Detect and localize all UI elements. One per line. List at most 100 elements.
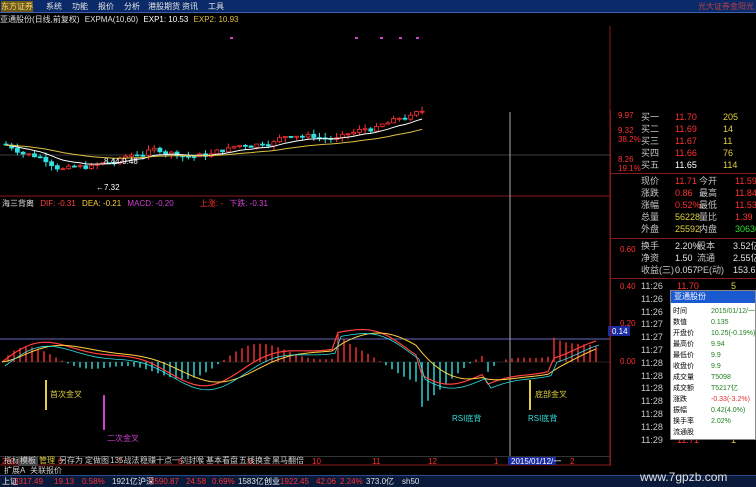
quote-label: 量比 — [699, 212, 718, 222]
candle-body — [54, 165, 60, 170]
quote-label: 外盘 — [641, 224, 660, 234]
popup-label: 最高价 — [673, 341, 694, 348]
bid-row: 买二 11.69 14 — [611, 124, 756, 135]
tab-one-sword[interactable]: 一剑封喉 — [170, 456, 206, 466]
status-item: sh50 — [402, 477, 420, 486]
quote-value: 30636 — [735, 224, 756, 234]
popup-row: 成交额 T5217亿 — [673, 384, 756, 394]
tab-steady[interactable]: 稳赚十点 — [138, 456, 174, 466]
high-low-label: 8.44-9.48 — [104, 157, 138, 166]
quote-row: 现价 11.71 今开 11.59 — [611, 176, 756, 187]
quote-value: 11.53 — [735, 200, 756, 210]
status-item: 1583亿 — [238, 477, 264, 486]
bid-price: 11.66 — [675, 148, 697, 158]
status-item: 42.06 — [316, 477, 337, 486]
candle-body — [60, 168, 66, 171]
candle-body — [248, 145, 254, 148]
candle-body — [271, 141, 277, 147]
indicator-title: 海三背离 — [2, 199, 34, 208]
up-value: 上涨: - — [199, 199, 223, 208]
template-tabs: 指标 模板 管理 另存为 定做图 135战法 稳赚十点 一剑封喉 基本看盘 五线… — [0, 456, 610, 466]
candle-body — [43, 156, 49, 163]
quote-value: 1.39 — [735, 212, 753, 222]
status-item: 24.58 — [186, 477, 207, 486]
quote-row: 净资 1.50 流通 2.55亿 — [611, 253, 756, 264]
candle-body — [282, 135, 288, 139]
popup-label: 振幅 — [673, 407, 687, 414]
popup-label: 开盘价 — [673, 330, 694, 337]
signal-marker — [380, 37, 383, 39]
bid-price: 11.70 — [675, 112, 697, 122]
bid-label: 买五 — [641, 160, 660, 170]
quote-value: 2.55亿 — [733, 253, 756, 263]
signal-marker — [399, 37, 402, 39]
quote-value: 3.52亿 — [733, 241, 756, 251]
candle-body — [151, 147, 157, 151]
tick-time: 11:26 — [641, 293, 663, 304]
tab-five-line[interactable]: 五线换金 — [237, 456, 273, 466]
candle-body — [368, 128, 374, 132]
popup-title: 亚通股份 — [671, 291, 755, 303]
popup-value: T5217亿 — [711, 385, 738, 392]
candle-body — [265, 144, 271, 147]
quote-label: 最低 — [699, 200, 718, 210]
bid-label: 买二 — [641, 124, 660, 134]
tick-time: 11:26 — [641, 306, 663, 317]
popup-label: 收盘价 — [673, 363, 694, 370]
popup-value: 0.135 — [711, 319, 729, 326]
bid-price: 11.65 — [675, 160, 697, 170]
tab-basic[interactable]: 基本看盘 — [204, 456, 240, 466]
quote-value: 0.52% — [675, 200, 701, 210]
candle-body — [299, 135, 305, 138]
bid-label: 买四 — [641, 148, 660, 158]
quote-row: 收益(三) 0.057 PE(动) 153.6 — [611, 265, 756, 276]
dea-value: DEA: -0.21 — [82, 199, 122, 208]
signal-marker — [355, 37, 358, 39]
candle-body — [288, 135, 294, 138]
candle-body — [32, 153, 37, 158]
tab-template[interactable]: 模板 — [18, 456, 38, 466]
status-item: 3317.49 — [14, 477, 43, 486]
popup-label: 涨跌 — [673, 396, 687, 403]
data-popup[interactable]: 亚通股份 时间 2015/01/12/一 数值 0.135 开盘价 10.25(-0.19… — [670, 290, 756, 440]
quote-value: 0.86 — [675, 188, 693, 198]
popup-row: 换手率 2.02% — [673, 417, 756, 427]
indicator-header: 海三背离 DIF: -0.31 DEA: -0.21 MACD: -0.20 上… — [2, 199, 272, 209]
popup-row: 收盘价 9.9 — [673, 362, 756, 372]
bid-volume: 11 — [723, 136, 733, 146]
dif-line — [1, 328, 597, 387]
popup-row: 最高价 9.94 — [673, 340, 756, 350]
quote-row: 涨幅 0.52% 最低 11.53 — [611, 200, 756, 211]
bid-volume: 205 — [723, 112, 739, 122]
tab-135[interactable]: 135战法 — [108, 456, 141, 466]
candle-body — [260, 143, 265, 146]
candle-body — [214, 149, 220, 155]
quote-value: 1.50 — [675, 253, 693, 263]
separator — [611, 278, 756, 279]
dea-line — [1, 332, 597, 383]
candle-body — [220, 149, 226, 153]
quote-label: 净资 — [641, 253, 660, 263]
quote-row: 外盘 25592内盘 30636 — [611, 224, 756, 235]
down-value: 下跌: -0.31 — [229, 199, 268, 208]
quote-value: 153.6 — [733, 265, 756, 275]
tick-time: 11:26 — [641, 281, 663, 291]
bid-price: 11.69 — [675, 124, 697, 134]
candle-body — [379, 123, 385, 127]
tab-manage[interactable]: 管理 — [37, 456, 57, 466]
quote-value: 56228 — [675, 212, 701, 222]
popup-label: 成交额 — [673, 385, 694, 392]
candle-body — [396, 117, 402, 120]
popup-row: 数值 0.135 — [673, 318, 756, 328]
tab-custom[interactable]: 定做图 — [83, 456, 111, 466]
tab-save-as[interactable]: 另存为 — [57, 456, 85, 466]
candle-body — [311, 133, 317, 138]
quote-label: 收益(三) — [641, 265, 674, 275]
tick-time: 11:28 — [641, 409, 663, 419]
tick-time: 11:27 — [641, 332, 663, 343]
tab-dark-horse[interactable]: 黑马翻倍 — [270, 456, 306, 466]
candle-body — [385, 122, 391, 125]
quote-label: PE(动) — [697, 265, 725, 275]
popup-value: 9.9 — [711, 363, 721, 370]
bid-row: 买四 11.66 76 — [611, 148, 756, 159]
